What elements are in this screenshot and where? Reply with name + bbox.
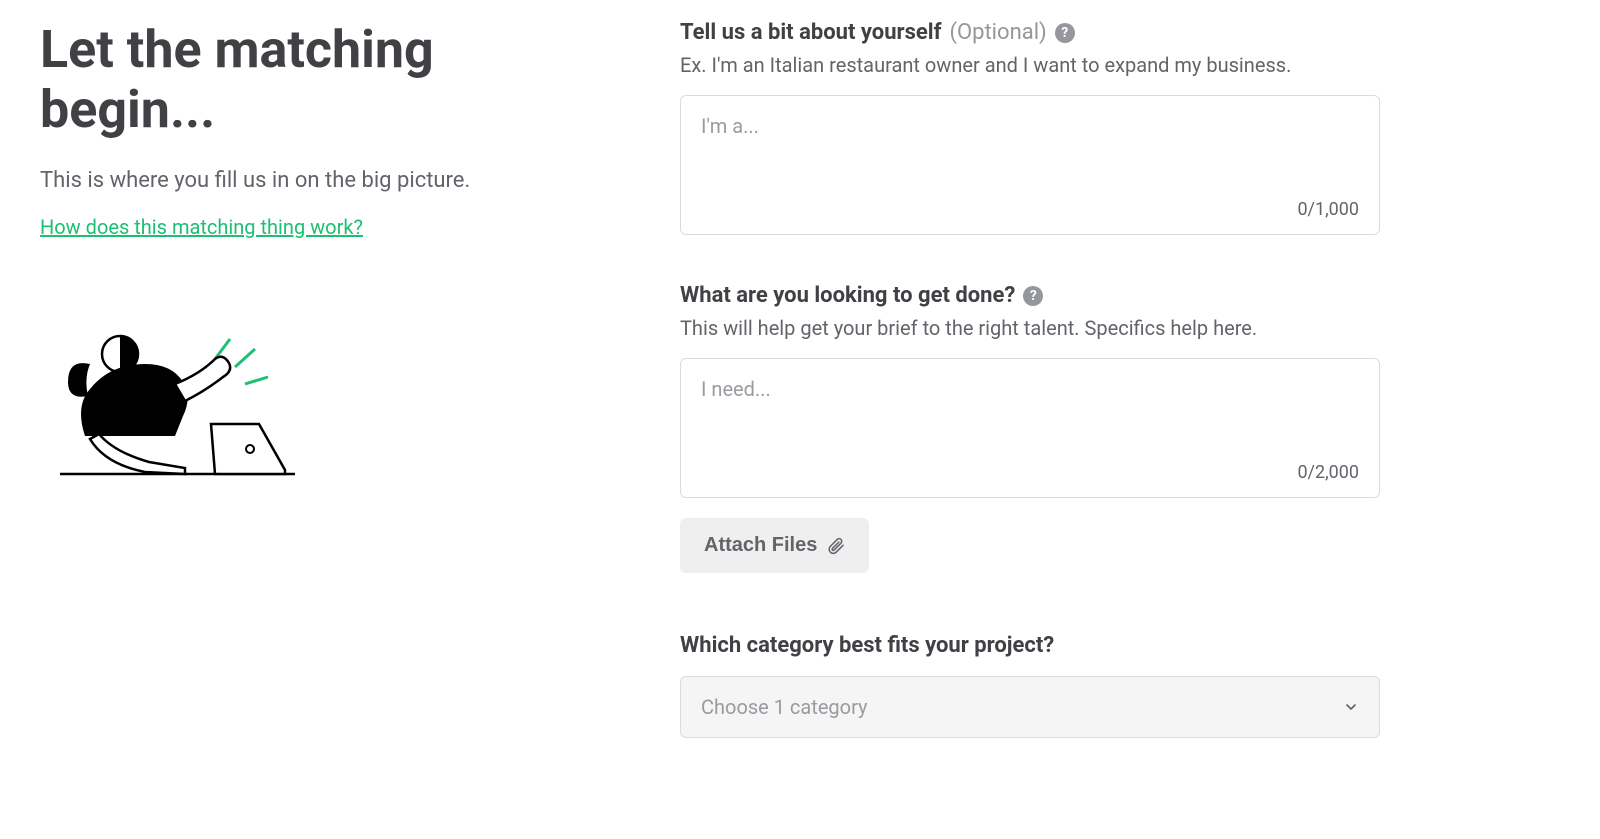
attach-files-label: Attach Files: [704, 534, 817, 557]
about-textarea[interactable]: [701, 114, 1359, 174]
chevron-down-icon: [1343, 699, 1359, 715]
about-label: Tell us a bit about yourself: [680, 20, 941, 45]
about-textarea-container: 0/1,000: [680, 95, 1380, 235]
page-title: Let the matching begin...: [40, 20, 600, 140]
category-section: Which category best fits your project? C…: [680, 633, 1380, 738]
about-char-counter: 0/1,000: [1297, 199, 1359, 220]
about-yourself-section: Tell us a bit about yourself (Optional) …: [680, 20, 1380, 235]
paperclip-icon: [827, 537, 845, 555]
category-placeholder: Choose 1 category: [701, 695, 867, 719]
help-icon[interactable]: ?: [1055, 23, 1075, 43]
about-optional-tag: (Optional): [949, 20, 1046, 45]
need-label: What are you looking to get done?: [680, 283, 1015, 308]
about-helper: Ex. I'm an Italian restaurant owner and …: [680, 53, 1380, 77]
attach-files-button[interactable]: Attach Files: [680, 518, 869, 573]
need-textarea[interactable]: [701, 377, 1359, 437]
how-it-works-link[interactable]: How does this matching thing work?: [40, 215, 363, 239]
need-char-counter: 0/2,000: [1297, 462, 1359, 483]
help-icon[interactable]: ?: [1023, 286, 1043, 306]
category-label: Which category best fits your project?: [680, 633, 1380, 658]
need-section: What are you looking to get done? ? This…: [680, 283, 1380, 573]
page-subtitle: This is where you fill us in on the big …: [40, 168, 600, 193]
need-helper: This will help get your brief to the rig…: [680, 316, 1380, 340]
category-select[interactable]: Choose 1 category: [680, 676, 1380, 738]
person-laptop-illustration: [40, 329, 300, 493]
need-textarea-container: 0/2,000: [680, 358, 1380, 498]
